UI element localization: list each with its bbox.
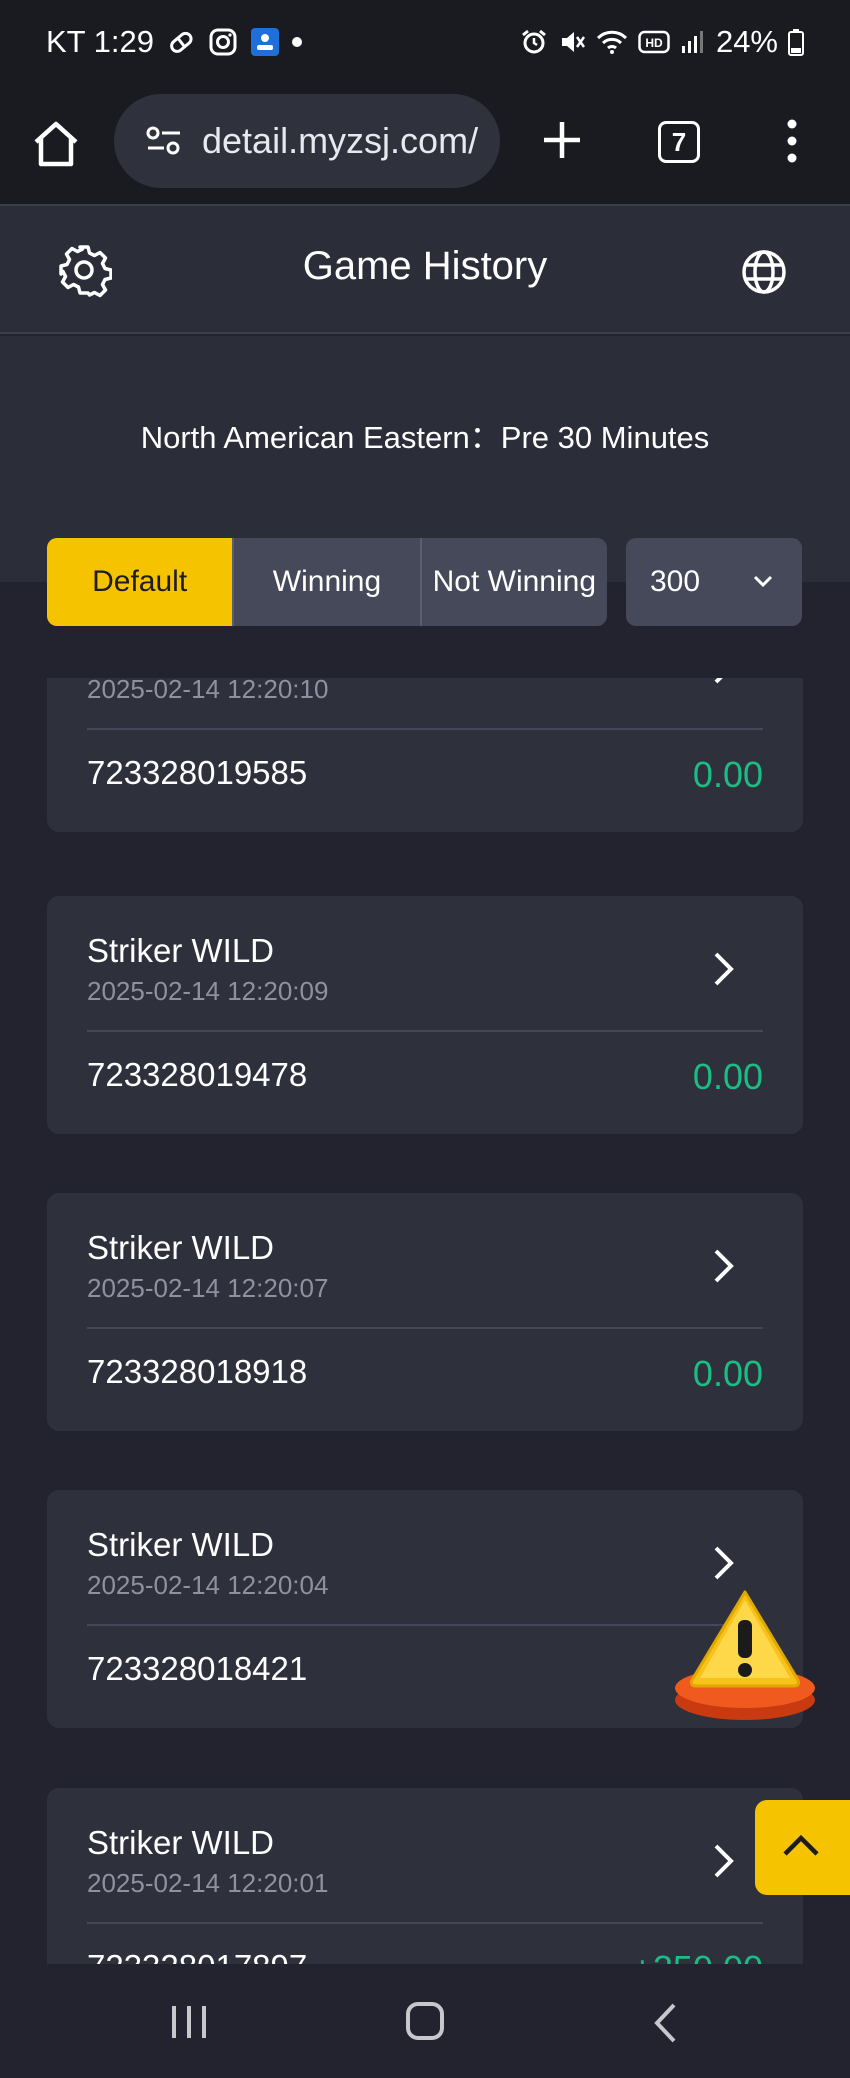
url-text: detail.myzsj.com/	[202, 120, 479, 161]
wifi-icon	[596, 30, 628, 54]
win-amount: 0.00	[692, 1353, 763, 1394]
battery-icon	[788, 29, 804, 56]
history-list: 2025-02-14 12:20:10 723328019585 0.00 St…	[0, 678, 850, 1964]
pill-icon	[170, 31, 193, 53]
url-bar[interactable]: detail.myzsj.com/	[114, 94, 500, 188]
app-header: Game History	[0, 206, 850, 334]
battery-percent: 24%	[715, 24, 778, 59]
home-icon[interactable]	[30, 118, 82, 170]
site-settings-icon[interactable]	[144, 121, 184, 161]
history-card[interactable]: Striker WILD 2025-02-14 12:20:01 7233280…	[47, 1788, 803, 1964]
filter-section: North American Eastern：Pre 30 Minutes De…	[0, 336, 850, 626]
history-card[interactable]: Striker WILD 2025-02-14 12:20:07 7233280…	[47, 1193, 803, 1431]
record-time: 2025-02-14 12:20:09	[87, 976, 329, 1006]
back-icon[interactable]	[652, 2002, 678, 2044]
chevron-right-icon[interactable]	[711, 1544, 737, 1582]
record-count-select[interactable]: 300	[626, 538, 802, 626]
plus-icon[interactable]	[540, 118, 584, 162]
card-divider	[87, 1922, 763, 1924]
win-amount: 0.00	[692, 754, 763, 795]
round-id: 723328018421	[87, 1650, 308, 1687]
game-name: Striker WILD	[87, 1229, 275, 1266]
recent-apps-icon[interactable]	[170, 2004, 208, 2040]
game-name: Striker WILD	[87, 1824, 275, 1861]
tab-count: 7	[671, 126, 687, 157]
chevron-down-icon	[753, 575, 773, 588]
tab-default[interactable]: Default	[47, 538, 233, 626]
round-id: 723328018918	[87, 1353, 308, 1390]
browser-toolbar: detail.myzsj.com/ 7	[0, 88, 850, 206]
win-amount: +250.00	[632, 1948, 763, 1964]
chevron-right-icon[interactable]	[711, 950, 737, 988]
game-name: Striker WILD	[87, 932, 275, 969]
signal-icon	[681, 31, 703, 53]
chevron-right-icon[interactable]	[711, 678, 737, 686]
status-right: HD 24%	[520, 24, 804, 60]
hd-icon: HD	[638, 30, 670, 54]
tab-winning[interactable]: Winning	[232, 538, 419, 626]
game-name: Striker WILD	[87, 1526, 275, 1563]
mute-icon	[561, 32, 585, 52]
app-icon	[251, 28, 280, 56]
timezone-label: North American Eastern：Pre 30 Minutes	[140, 420, 710, 455]
menu-icon[interactable]	[784, 118, 800, 164]
instagram-icon	[209, 28, 237, 56]
page-title: Game History	[302, 244, 548, 288]
record-time: 2025-02-14 12:20:01	[87, 1868, 329, 1898]
history-card[interactable]: 2025-02-14 12:20:10 723328019585 0.00	[47, 678, 803, 832]
globe-icon[interactable]	[740, 248, 788, 296]
tab-not-winning[interactable]: Not Winning	[419, 538, 607, 626]
result-filter-tabs: Default Winning Not Winning	[47, 538, 607, 626]
notification-dot	[292, 37, 303, 47]
round-id: 723328019585	[87, 754, 308, 791]
svg-text:HD: HD	[645, 36, 663, 50]
round-id: 723328019478	[87, 1056, 308, 1093]
system-nav-bar	[0, 1964, 850, 2078]
back-to-top-button[interactable]	[755, 1800, 850, 1895]
record-time: 2025-02-14 12:20:07	[87, 1273, 329, 1303]
card-divider	[87, 728, 763, 730]
record-time: 2025-02-14 12:20:04	[87, 1570, 329, 1600]
history-card[interactable]: Striker WILD 2025-02-14 12:20:09 7233280…	[47, 896, 803, 1134]
warning-icon[interactable]	[670, 1582, 820, 1732]
carrier-time: KT 1:29	[46, 24, 155, 59]
status-left: KT 1:29	[46, 24, 303, 60]
card-divider	[87, 1624, 763, 1626]
status-bar: KT 1:29 HD 24%	[0, 0, 850, 88]
card-divider	[87, 1030, 763, 1032]
round-id: 723328017897	[87, 1948, 307, 1964]
home-nav-icon[interactable]	[406, 2002, 444, 2040]
tab-switcher-button[interactable]: 7	[658, 121, 700, 163]
record-time: 2025-02-14 12:20:10	[87, 678, 329, 704]
chevron-right-icon[interactable]	[711, 1842, 737, 1880]
chevron-up-icon	[783, 1834, 819, 1856]
alarm-icon	[522, 29, 546, 54]
record-count-value: 300	[650, 565, 701, 598]
chevron-right-icon[interactable]	[711, 1247, 737, 1285]
card-divider	[87, 1327, 763, 1329]
win-amount: 0.00	[692, 1056, 763, 1097]
